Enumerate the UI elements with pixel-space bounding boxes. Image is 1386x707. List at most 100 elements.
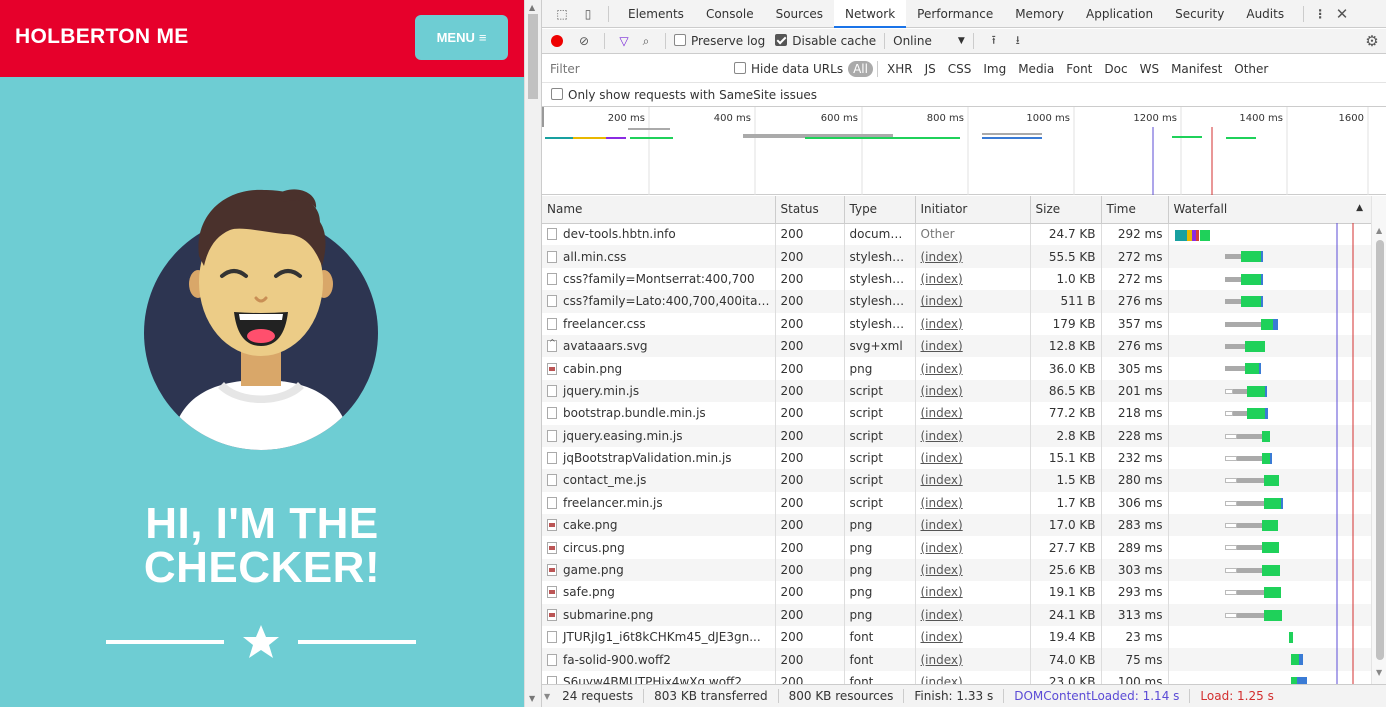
scroll-up-arrow-icon[interactable]: ▲	[529, 3, 535, 12]
table-row[interactable]: jqBootstrapValidation.min.js 200 script (in…	[542, 446, 1371, 470]
scrollbar-thumb[interactable]	[1376, 240, 1384, 660]
request-initiator[interactable]: (index)	[915, 245, 1031, 268]
checkbox-box[interactable]	[775, 34, 788, 46]
clear-icon[interactable]: ⊘	[572, 30, 596, 52]
table-row[interactable]: cake.png 200 png (index) 17.0 KB 283 ms	[542, 514, 1371, 537]
table-row[interactable]: safe.png 200 png (index) 19.1 KB 293 ms	[542, 581, 1371, 604]
menu-button[interactable]: MENU ≡	[415, 15, 508, 60]
samesite-checkbox[interactable]: Only show requests with SameSite issues	[551, 87, 817, 102]
table-row[interactable]: circus.png 200 png (index) 27.7 KB 289 ms	[542, 536, 1371, 559]
request-name-cell[interactable]: css?family=Lato:400,700,400itali...	[542, 290, 776, 313]
request-initiator[interactable]: (index)	[915, 446, 1031, 470]
tab-security[interactable]: Security	[1164, 0, 1235, 28]
request-name-cell[interactable]: game.png	[542, 558, 776, 582]
request-waterfall[interactable]	[1168, 268, 1371, 290]
request-waterfall[interactable]	[1168, 357, 1371, 379]
table-row[interactable]: S6uyw4BMUTPHjx4wXg.woff2 200 font (index) 23…	[542, 670, 1371, 684]
request-initiator[interactable]: (index)	[915, 536, 1031, 559]
request-name-cell[interactable]: S6uyw4BMUTPHjx4wXg.woff2	[542, 670, 776, 684]
request-waterfall[interactable]	[1168, 379, 1371, 403]
tab-console[interactable]: Console	[695, 0, 765, 28]
request-name-cell[interactable]: jqBootstrapValidation.min.js	[542, 446, 776, 470]
col-size[interactable]: Size	[1030, 196, 1102, 224]
request-name-cell[interactable]: cabin.png	[542, 357, 776, 380]
filter-type-media[interactable]: Media	[1013, 61, 1059, 77]
settings-gear-icon[interactable]: ⚙	[1357, 30, 1386, 52]
request-waterfall[interactable]	[1168, 424, 1371, 447]
request-name-cell[interactable]: css?family=Montserrat:400,700	[542, 267, 776, 291]
table-row[interactable]: JTURjIg1_i6t8kCHKm45_dJE3gn... 200 font (in…	[542, 626, 1371, 649]
col-type[interactable]: Type	[844, 196, 916, 224]
scroll-down-arrow-icon[interactable]: ▼	[1376, 668, 1382, 677]
throttle-select[interactable]: Online ▼	[893, 34, 965, 48]
tab-application[interactable]: Application	[1075, 0, 1164, 28]
request-waterfall[interactable]	[1168, 334, 1371, 358]
request-waterfall[interactable]	[1168, 469, 1371, 492]
filter-type-doc[interactable]: Doc	[1099, 61, 1132, 77]
request-waterfall[interactable]	[1168, 581, 1371, 603]
table-row[interactable]: game.png 200 png (index) 25.6 KB 303 ms	[542, 558, 1371, 582]
scrollbar-thumb[interactable]	[528, 14, 538, 99]
request-waterfall[interactable]	[1168, 245, 1371, 268]
request-initiator[interactable]: (index)	[915, 402, 1031, 425]
scroll-up-arrow-icon[interactable]: ▲	[1376, 226, 1382, 235]
request-name-cell[interactable]: freelancer.css	[542, 312, 776, 335]
import-har-icon[interactable]: ⭱	[982, 30, 1006, 52]
request-name-cell[interactable]: submarine.png	[542, 603, 776, 627]
request-name-cell[interactable]: jquery.easing.min.js	[542, 424, 776, 447]
request-name-cell[interactable]: contact_me.js	[542, 469, 776, 492]
filter-type-xhr[interactable]: XHR	[882, 61, 918, 77]
request-initiator[interactable]: (index)	[915, 491, 1031, 515]
table-row[interactable]: cabin.png 200 png (index) 36.0 KB 305 ms	[542, 357, 1371, 380]
request-name-cell[interactable]: circus.png	[542, 536, 776, 559]
request-initiator[interactable]: (index)	[915, 312, 1031, 335]
col-status[interactable]: Status	[775, 196, 845, 224]
request-waterfall[interactable]	[1168, 671, 1371, 684]
table-row[interactable]: all.min.css 200 stylesheet (index) 55.5 KB 27…	[542, 245, 1371, 268]
col-initiator[interactable]: Initiator	[915, 196, 1031, 224]
tab-memory[interactable]: Memory	[1004, 0, 1075, 28]
record-icon[interactable]	[542, 30, 572, 52]
request-waterfall[interactable]	[1168, 603, 1371, 627]
site-brand[interactable]: HOLBERTON ME	[15, 25, 189, 49]
checkbox-box[interactable]	[734, 61, 746, 74]
device-toolbar-icon[interactable]: ▯	[576, 3, 600, 25]
request-initiator[interactable]: (index)	[915, 603, 1031, 627]
table-row[interactable]: freelancer.min.js 200 script (index) 1.7 KB 3…	[542, 491, 1371, 515]
tab-sources[interactable]: Sources	[765, 0, 834, 28]
checkbox-box[interactable]	[674, 34, 686, 46]
request-initiator[interactable]: (index)	[915, 648, 1031, 671]
col-name[interactable]: Name	[542, 196, 776, 224]
filter-type-manifest[interactable]: Manifest	[1166, 61, 1227, 77]
filter-type-js[interactable]: JS	[920, 61, 941, 77]
request-waterfall[interactable]	[1168, 402, 1371, 424]
scroll-down-arrow-icon[interactable]: ▼	[529, 694, 535, 703]
request-waterfall[interactable]	[1168, 536, 1371, 558]
request-name-cell[interactable]: fa-solid-900.woff2	[542, 648, 776, 671]
request-waterfall[interactable]	[1168, 447, 1371, 469]
request-waterfall[interactable]	[1168, 514, 1371, 537]
request-initiator[interactable]: (index)	[915, 558, 1031, 582]
table-row[interactable]: jquery.min.js 200 script (index) 86.5 KB 201 …	[542, 379, 1371, 403]
request-initiator[interactable]: (index)	[915, 514, 1031, 537]
request-initiator[interactable]: (index)	[915, 334, 1031, 358]
request-waterfall[interactable]	[1168, 648, 1371, 671]
kebab-menu-icon[interactable]: ⋮	[1312, 3, 1328, 25]
search-icon[interactable]: ⌕	[635, 30, 657, 52]
filter-input[interactable]	[548, 58, 720, 79]
request-initiator[interactable]: (index)	[915, 670, 1031, 684]
close-icon[interactable]: ✕	[1328, 3, 1356, 25]
disable-cache-checkbox[interactable]: Disable cache	[775, 34, 876, 48]
table-row[interactable]: bootstrap.bundle.min.js 200 script (index) 7…	[542, 402, 1371, 425]
request-waterfall[interactable]	[1168, 313, 1371, 335]
tab-audits[interactable]: Audits	[1235, 0, 1295, 28]
col-waterfall[interactable]: Waterfall ▲	[1168, 196, 1371, 224]
request-initiator[interactable]: (index)	[915, 379, 1031, 403]
table-row[interactable]: submarine.png 200 png (index) 24.1 KB 313 ms	[542, 603, 1371, 627]
table-row[interactable]: jquery.easing.min.js 200 script (index) 2.8 …	[542, 424, 1371, 447]
table-row[interactable]: fa-solid-900.woff2 200 font (index) 74.0 KB 7…	[542, 648, 1371, 671]
request-name-cell[interactable]: bootstrap.bundle.min.js	[542, 402, 776, 425]
request-name-cell[interactable]: cake.png	[542, 514, 776, 537]
request-initiator[interactable]: (index)	[915, 626, 1031, 649]
col-time[interactable]: Time	[1101, 196, 1169, 224]
